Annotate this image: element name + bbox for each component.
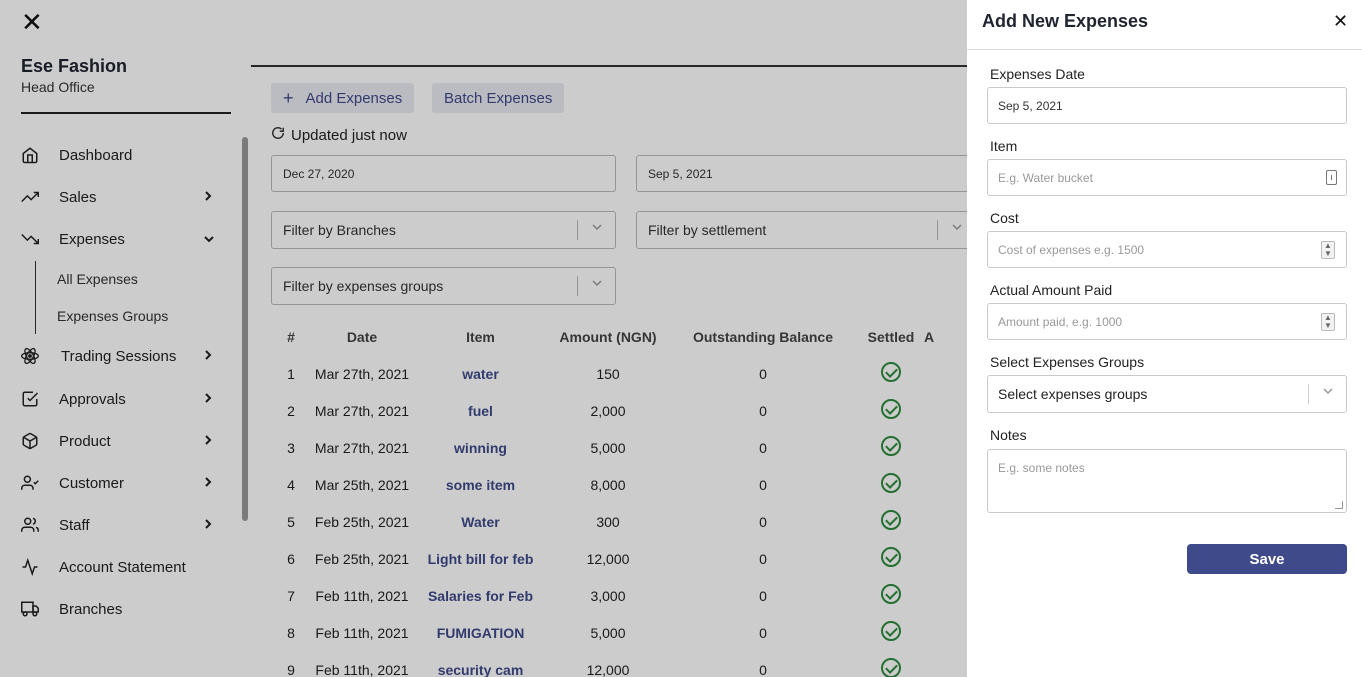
amount-paid-label: Actual Amount Paid <box>990 282 1113 298</box>
expenses-date-input[interactable]: Sep 5, 2021 <box>987 87 1347 124</box>
cost-input[interactable]: Cost of expenses e.g. 1500 ▲ ▼ <box>987 231 1347 268</box>
amount-paid-input[interactable]: Amount paid, e.g. 1000 ▲ ▼ <box>987 303 1347 340</box>
cost-placeholder: Cost of expenses e.g. 1500 <box>998 242 1145 257</box>
autofill-icon[interactable] <box>1326 170 1337 185</box>
drawer-title: Add New Expenses <box>982 11 1149 31</box>
add-expense-drawer: Add New Expenses ✕ Expenses Date Sep 5, … <box>967 0 1362 677</box>
item-label: Item <box>990 138 1018 154</box>
expenses-date-value: Sep 5, 2021 <box>998 98 1063 113</box>
notes-placeholder: E.g. some notes <box>998 461 1085 475</box>
resize-handle-icon[interactable] <box>1335 501 1343 509</box>
notes-textarea[interactable]: E.g. some notes <box>987 449 1347 513</box>
item-input[interactable]: E.g. Water bucket <box>987 159 1347 196</box>
expenses-groups-label: Select Expenses Groups <box>990 354 1145 370</box>
close-icon[interactable]: ✕ <box>1333 11 1348 32</box>
select-separator <box>1308 384 1309 404</box>
chevron-down-icon <box>1322 385 1334 399</box>
expenses-date-label: Expenses Date <box>990 66 1085 82</box>
amount-paid-placeholder: Amount paid, e.g. 1000 <box>998 314 1123 329</box>
expenses-groups-value: Select expenses groups <box>998 386 1148 402</box>
save-button[interactable]: Save <box>1187 544 1347 574</box>
number-spinner-icon[interactable]: ▲ ▼ <box>1321 241 1335 259</box>
notes-label: Notes <box>990 427 1027 443</box>
drawer-divider <box>967 49 1362 50</box>
expenses-groups-select[interactable]: Select expenses groups <box>987 375 1347 413</box>
item-placeholder: E.g. Water bucket <box>998 170 1093 185</box>
modal-backdrop[interactable] <box>0 0 967 677</box>
number-spinner-icon[interactable]: ▲ ▼ <box>1321 313 1335 331</box>
cost-label: Cost <box>990 210 1019 226</box>
